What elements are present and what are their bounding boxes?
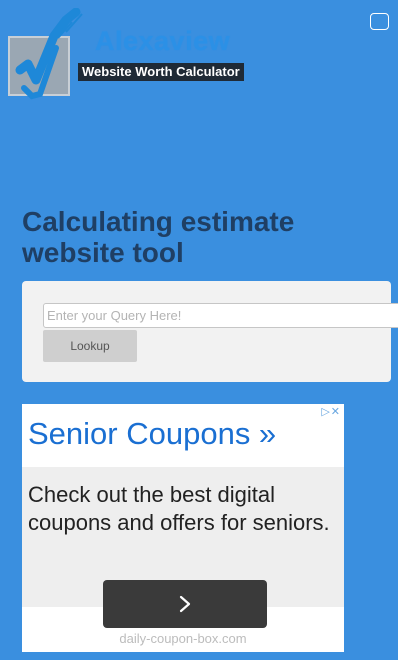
page-background: Alexaview Website Worth Calculator Calcu… [0, 0, 401, 660]
ad-domain[interactable]: daily-coupon-box.com [22, 631, 344, 646]
site-tagline: Website Worth Calculator [78, 63, 244, 81]
site-logo[interactable] [8, 8, 83, 100]
ad-description: Check out the best digital coupons and o… [28, 482, 330, 535]
search-panel: Lookup [22, 281, 401, 382]
adchoices-icon[interactable]: ▷ [321, 406, 330, 418]
advertisement[interactable]: ▷✕ Senior Coupons » Check out the best d… [22, 404, 344, 652]
site-name[interactable]: Alexaview [95, 26, 230, 57]
ad-choices[interactable]: ▷✕ [321, 405, 341, 418]
checkmark-logo-icon [15, 8, 83, 100]
lookup-button[interactable]: Lookup [43, 330, 137, 362]
page-title: Calculating estimate website tool [22, 206, 295, 268]
chevron-right-icon [179, 595, 191, 613]
query-input[interactable] [43, 303, 401, 328]
ad-open-button[interactable] [103, 580, 267, 628]
close-icon[interactable]: ✕ [331, 406, 341, 418]
menu-toggle-button[interactable] [370, 13, 389, 30]
ad-title[interactable]: Senior Coupons » [28, 416, 276, 452]
